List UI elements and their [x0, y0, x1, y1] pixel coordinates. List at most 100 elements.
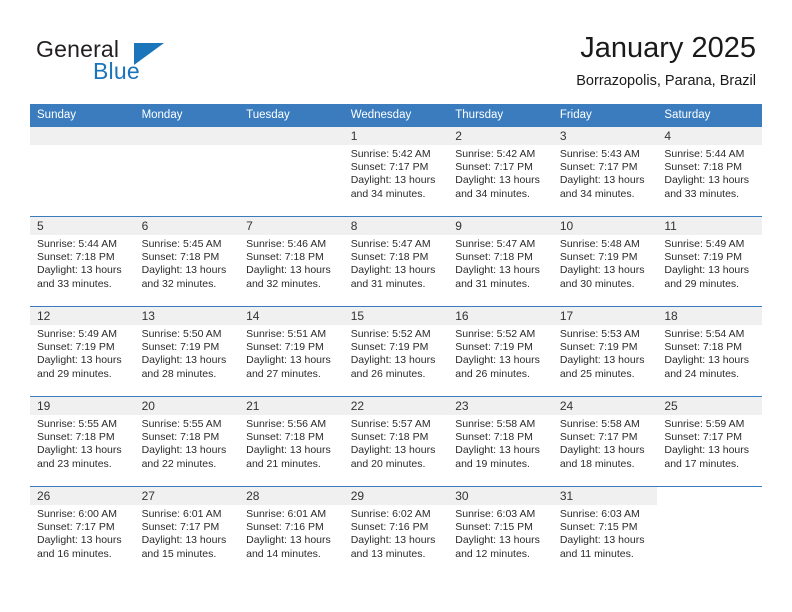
day-number: 7 [239, 217, 344, 235]
calendar-day-cell[interactable]: 8 Sunrise: 5:47 AM Sunset: 7:18 PM Daylight… [343, 216, 449, 307]
daylight-text-line1: Daylight: 13 hours [246, 444, 331, 457]
calendar-day-cell[interactable]: 14 Sunrise: 5:51 AM Sunset: 7:19 PM Dayligh… [239, 306, 344, 397]
calendar-day-cell[interactable]: 25 Sunrise: 5:59 AM Sunset: 7:17 PM Dayligh… [657, 396, 762, 487]
calendar-day-cell[interactable]: 28 Sunrise: 6:01 AM Sunset: 7:16 PM Dayligh… [239, 486, 344, 577]
page-subtitle: Borrazopolis, Parana, Brazil [576, 73, 756, 89]
day-number: 16 [448, 307, 553, 325]
day-number: 10 [552, 217, 658, 235]
day-details: Sunrise: 5:57 AM Sunset: 7:18 PM Daylight:… [344, 415, 449, 471]
day-number: 24 [552, 397, 658, 415]
calendar-day-cell-empty [657, 486, 762, 577]
sunrise-text: Sunrise: 5:55 AM [141, 418, 222, 430]
calendar-day-cell[interactable]: 16 Sunrise: 5:52 AM Sunset: 7:19 PM Dayligh… [448, 306, 553, 397]
calendar-day-cell-empty [134, 126, 240, 217]
calendar-day-cell[interactable]: 30 Sunrise: 6:03 AM Sunset: 7:15 PM Dayligh… [448, 486, 553, 577]
sunrise-text: Sunrise: 5:57 AM [350, 418, 431, 430]
day-number: 12 [30, 307, 135, 325]
day-number [239, 127, 344, 145]
daylight-text-line2: and 27 minutes. [246, 367, 321, 380]
calendar-body: 1 Sunrise: 5:42 AM Sunset: 7:17 PM Daylight… [30, 126, 762, 577]
sunrise-text: Sunrise: 6:02 AM [350, 508, 431, 520]
daylight-text-line2: and 28 minutes. [141, 367, 217, 380]
calendar-day-cell[interactable]: 1 Sunrise: 5:42 AM Sunset: 7:17 PM Daylight… [343, 126, 449, 217]
calendar-day-cell[interactable]: 19 Sunrise: 5:55 AM Sunset: 7:18 PM Dayligh… [30, 396, 135, 487]
sunset-text: Sunset: 7:19 PM [141, 341, 220, 354]
calendar-day-cell[interactable]: 18 Sunrise: 5:54 AM Sunset: 7:18 PM Dayligh… [657, 306, 762, 397]
calendar-day-cell[interactable]: 3 Sunrise: 5:43 AM Sunset: 7:17 PM Daylight… [552, 126, 658, 217]
calendar-header-row: Sunday Monday Tuesday Wednesday Thursday… [30, 104, 762, 127]
calendar-day-cell[interactable]: 27 Sunrise: 6:01 AM Sunset: 7:17 PM Dayligh… [134, 486, 240, 577]
sunset-text: Sunset: 7:18 PM [141, 251, 220, 264]
sunset-text: Sunset: 7:19 PM [664, 251, 743, 264]
calendar-day-cell[interactable]: 6 Sunrise: 5:45 AM Sunset: 7:18 PM Daylight… [134, 216, 240, 307]
day-details: Sunrise: 5:58 AM Sunset: 7:17 PM Daylight:… [553, 415, 658, 471]
calendar-day-cell[interactable]: 11 Sunrise: 5:49 AM Sunset: 7:19 PM Dayligh… [657, 216, 762, 307]
calendar-day-cell[interactable]: 24 Sunrise: 5:58 AM Sunset: 7:17 PM Dayligh… [552, 396, 658, 487]
day-details: Sunrise: 5:58 AM Sunset: 7:18 PM Daylight:… [448, 415, 553, 471]
sunrise-text: Sunrise: 5:58 AM [559, 418, 640, 430]
calendar-day-cell[interactable]: 7 Sunrise: 5:46 AM Sunset: 7:18 PM Daylight… [239, 216, 344, 307]
weekday-header-thursday: Thursday [448, 104, 553, 127]
daylight-text-line2: and 18 minutes. [559, 457, 635, 470]
day-details: Sunrise: 6:03 AM Sunset: 7:15 PM Daylight:… [448, 505, 553, 561]
calendar-day-cell[interactable]: 21 Sunrise: 5:56 AM Sunset: 7:18 PM Dayligh… [239, 396, 344, 487]
daylight-text-line2: and 32 minutes. [141, 277, 217, 290]
calendar-day-cell[interactable]: 26 Sunrise: 6:00 AM Sunset: 7:17 PM Dayligh… [30, 486, 135, 577]
sunrise-text: Sunrise: 5:55 AM [37, 418, 117, 430]
day-details: Sunrise: 5:42 AM Sunset: 7:17 PM Daylight:… [448, 145, 553, 201]
sunset-text: Sunset: 7:18 PM [246, 431, 324, 444]
calendar-day-cell[interactable]: 5 Sunrise: 5:44 AM Sunset: 7:18 PM Daylight… [30, 216, 135, 307]
calendar-day-cell[interactable]: 13 Sunrise: 5:50 AM Sunset: 7:19 PM Dayligh… [134, 306, 240, 397]
general-blue-logo[interactable]: General Blue [36, 36, 246, 88]
day-details: Sunrise: 5:44 AM Sunset: 7:18 PM Daylight:… [30, 235, 135, 291]
daylight-text-line2: and 13 minutes. [350, 547, 426, 560]
calendar-day-cell[interactable]: 10 Sunrise: 5:48 AM Sunset: 7:19 PM Dayligh… [552, 216, 658, 307]
calendar-day-cell[interactable]: 4 Sunrise: 5:44 AM Sunset: 7:18 PM Daylight… [657, 126, 762, 217]
calendar-day-cell[interactable]: 29 Sunrise: 6:02 AM Sunset: 7:16 PM Dayligh… [343, 486, 449, 577]
page-title: January 2025 [580, 32, 756, 64]
daylight-text-line2: and 33 minutes. [37, 277, 112, 290]
sunset-text: Sunset: 7:17 PM [141, 521, 220, 534]
day-number: 9 [448, 217, 553, 235]
calendar-day-cell[interactable]: 2 Sunrise: 5:42 AM Sunset: 7:17 PM Daylight… [448, 126, 553, 217]
sunset-text: Sunset: 7:18 PM [37, 431, 115, 444]
daylight-text-line2: and 22 minutes. [141, 457, 217, 470]
calendar-day-cell[interactable]: 31 Sunrise: 6:03 AM Sunset: 7:15 PM Dayligh… [552, 486, 658, 577]
sunset-text: Sunset: 7:15 PM [559, 521, 638, 534]
calendar-day-cell[interactable]: 20 Sunrise: 5:55 AM Sunset: 7:18 PM Dayligh… [134, 396, 240, 487]
day-number [657, 487, 762, 505]
calendar-day-cell[interactable]: 17 Sunrise: 5:53 AM Sunset: 7:19 PM Dayligh… [552, 306, 658, 397]
calendar-day-cell[interactable]: 15 Sunrise: 5:52 AM Sunset: 7:19 PM Dayligh… [343, 306, 449, 397]
daylight-text-line2: and 14 minutes. [246, 547, 321, 560]
daylight-text-line2: and 20 minutes. [350, 457, 426, 470]
daylight-text-line2: and 12 minutes. [455, 547, 530, 560]
daylight-text-line1: Daylight: 13 hours [455, 264, 540, 277]
calendar-page: General Blue January 2025 Borrazopolis, … [0, 0, 792, 612]
calendar-day-cell[interactable]: 12 Sunrise: 5:49 AM Sunset: 7:19 PM Dayligh… [30, 306, 135, 397]
daylight-text-line2: and 15 minutes. [141, 547, 217, 560]
sunrise-text: Sunrise: 6:03 AM [559, 508, 640, 520]
daylight-text-line1: Daylight: 13 hours [559, 354, 645, 367]
daylight-text-line2: and 34 minutes. [455, 187, 530, 200]
sunrise-text: Sunrise: 5:54 AM [664, 328, 745, 340]
daylight-text-line1: Daylight: 13 hours [141, 534, 227, 547]
day-details: Sunrise: 5:42 AM Sunset: 7:17 PM Daylight:… [344, 145, 449, 201]
weekday-header-friday: Friday [552, 104, 658, 127]
daylight-text-line2: and 26 minutes. [350, 367, 426, 380]
day-details: Sunrise: 5:47 AM Sunset: 7:18 PM Daylight:… [448, 235, 553, 291]
daylight-text-line1: Daylight: 13 hours [350, 264, 436, 277]
day-number: 23 [448, 397, 553, 415]
calendar-day-cell[interactable]: 9 Sunrise: 5:47 AM Sunset: 7:18 PM Daylight… [448, 216, 553, 307]
weekday-header-monday: Monday [134, 104, 240, 127]
day-details: Sunrise: 5:44 AM Sunset: 7:18 PM Daylight:… [657, 145, 762, 201]
day-number: 4 [657, 127, 762, 145]
calendar-week-row: 1 Sunrise: 5:42 AM Sunset: 7:17 PM Daylight… [30, 126, 762, 217]
calendar-day-cell[interactable]: 22 Sunrise: 5:57 AM Sunset: 7:18 PM Dayligh… [343, 396, 449, 487]
weekday-header-sunday: Sunday [30, 104, 135, 127]
day-number: 28 [239, 487, 344, 505]
sunrise-text: Sunrise: 5:52 AM [455, 328, 536, 340]
calendar-day-cell[interactable]: 23 Sunrise: 5:58 AM Sunset: 7:18 PM Dayligh… [448, 396, 553, 487]
sunrise-text: Sunrise: 5:42 AM [455, 148, 536, 160]
sunrise-text: Sunrise: 5:51 AM [246, 328, 327, 340]
sunset-text: Sunset: 7:19 PM [350, 341, 429, 354]
